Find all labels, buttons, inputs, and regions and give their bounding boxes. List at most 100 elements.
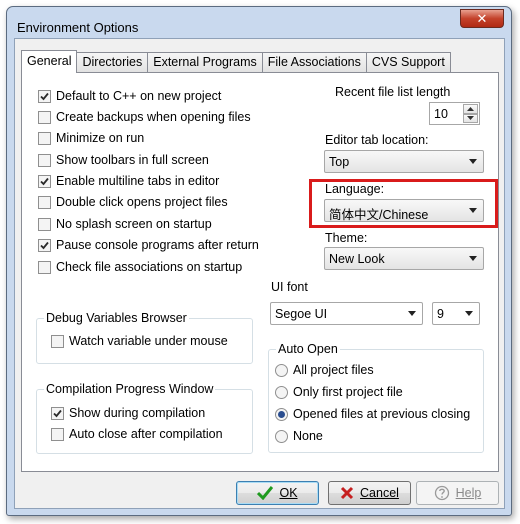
checkbox[interactable] xyxy=(51,334,64,348)
help-label: Help xyxy=(455,486,482,500)
spin-up-button[interactable] xyxy=(463,104,478,114)
option-label: Check file associations on startup xyxy=(56,260,243,274)
tab-strip: General Directories External Programs Fi… xyxy=(21,50,451,73)
group-legend: Compilation Progress Window xyxy=(44,382,216,396)
down-arrow-icon xyxy=(467,116,474,121)
radio-opened-files-previous[interactable]: Opened files at previous closing xyxy=(275,406,470,422)
recent-files-value: 10 xyxy=(434,107,448,121)
ui-font-size-value: 9 xyxy=(437,307,444,321)
checkmark-icon xyxy=(40,177,49,185)
title-bar[interactable]: Environment Options ✕ xyxy=(7,7,511,37)
checkmark-icon xyxy=(53,409,62,417)
debug-variables-group: Debug Variables Browser Watch variable u… xyxy=(36,311,253,364)
option-label: No splash screen on startup xyxy=(56,217,212,231)
close-button[interactable]: ✕ xyxy=(460,9,504,28)
radio-only-first-file[interactable]: Only first project file xyxy=(275,384,403,400)
checkbox[interactable] xyxy=(38,131,51,145)
checkbox[interactable] xyxy=(38,153,51,167)
ok-label: OK xyxy=(279,486,298,500)
radio-button[interactable] xyxy=(275,385,288,399)
general-panel: Default to C++ on new project Create bac… xyxy=(21,72,499,472)
option-label: Only first project file xyxy=(293,385,403,399)
option-label: Minimize on run xyxy=(56,131,145,145)
checkbox[interactable] xyxy=(38,110,51,124)
option-label: None xyxy=(293,429,323,443)
option-pause-console[interactable]: Pause console programs after return xyxy=(38,237,259,253)
option-auto-close[interactable]: Auto close after compilation xyxy=(51,426,223,442)
tab-file-associations[interactable]: File Associations xyxy=(261,52,367,73)
chevron-down-icon xyxy=(469,256,477,261)
checkbox[interactable] xyxy=(51,427,64,441)
tab-location-label: Editor tab location: xyxy=(325,133,429,147)
cancel-label: Cancel xyxy=(360,486,399,500)
checkbox[interactable] xyxy=(38,260,51,274)
option-watch-variable[interactable]: Watch variable under mouse xyxy=(51,333,228,349)
checkbox[interactable] xyxy=(38,174,51,188)
tab-general[interactable]: General xyxy=(21,50,78,73)
option-double-click-opens[interactable]: Double click opens project files xyxy=(38,194,228,210)
ui-font-select[interactable]: Segoe UI xyxy=(270,302,423,325)
checkbox[interactable] xyxy=(38,217,51,231)
chevron-down-icon xyxy=(469,208,477,213)
option-label: Opened files at previous closing xyxy=(293,407,471,421)
environment-options-window: Environment Options ✕ General Directorie… xyxy=(6,6,512,516)
spin-down-button[interactable] xyxy=(463,113,478,123)
option-label: Create backups when opening files xyxy=(56,110,251,124)
radio-button[interactable] xyxy=(275,363,288,377)
option-minimize-on-run[interactable]: Minimize on run xyxy=(38,130,144,146)
tab-directories[interactable]: Directories xyxy=(76,52,149,73)
option-show-during-compilation[interactable]: Show during compilation xyxy=(51,405,205,421)
radio-button[interactable] xyxy=(275,429,288,443)
checkbox[interactable] xyxy=(51,406,64,420)
option-label: Pause console programs after return xyxy=(56,238,259,252)
window-title: Environment Options xyxy=(17,20,139,35)
tab-location-select[interactable]: Top xyxy=(324,150,484,173)
recent-files-spinner[interactable]: 10 xyxy=(429,102,480,125)
radio-none[interactable]: None xyxy=(275,428,323,444)
checkbox[interactable] xyxy=(38,195,51,209)
ui-font-size-select[interactable]: 9 xyxy=(432,302,480,325)
language-select[interactable]: 简体中文/Chinese xyxy=(324,199,484,222)
checkbox[interactable] xyxy=(38,238,51,252)
auto-open-group: Auto Open All project files Only first p… xyxy=(268,342,484,453)
checkmark-icon xyxy=(257,486,274,500)
option-label: Double click opens project files xyxy=(56,195,228,209)
option-no-splash[interactable]: No splash screen on startup xyxy=(38,216,212,232)
help-button[interactable]: Help xyxy=(416,481,499,505)
up-arrow-icon xyxy=(467,106,474,111)
radio-button[interactable] xyxy=(275,407,288,421)
radio-selected-dot xyxy=(278,410,285,418)
option-label: Default to C++ on new project xyxy=(56,89,222,103)
chevron-down-icon xyxy=(408,311,416,316)
option-multiline-tabs[interactable]: Enable multiline tabs in editor xyxy=(38,173,219,189)
theme-label: Theme: xyxy=(325,231,368,245)
option-default-cpp[interactable]: Default to C++ on new project xyxy=(38,88,221,104)
option-label: Show during compilation xyxy=(69,406,206,420)
option-create-backups[interactable]: Create backups when opening files xyxy=(38,109,251,125)
option-label: Auto close after compilation xyxy=(69,427,223,441)
option-label: All project files xyxy=(293,363,374,377)
tab-location-value: Top xyxy=(329,155,350,169)
recent-files-label: Recent file list length xyxy=(335,85,451,99)
compilation-progress-group: Compilation Progress Window Show during … xyxy=(36,382,253,454)
group-legend: Debug Variables Browser xyxy=(44,311,189,325)
checkmark-icon xyxy=(40,92,49,100)
close-icon: ✕ xyxy=(476,10,488,26)
help-icon xyxy=(434,485,450,501)
chevron-down-icon xyxy=(465,311,473,316)
language-value: 简体中文/Chinese xyxy=(329,208,429,222)
checkbox[interactable] xyxy=(38,89,51,103)
ui-font-value: Segoe UI xyxy=(275,307,328,321)
language-label: Language: xyxy=(325,182,385,196)
option-label: Enable multiline tabs in editor xyxy=(56,174,220,188)
option-check-file-assoc[interactable]: Check file associations on startup xyxy=(38,259,242,275)
tab-cvs-support[interactable]: CVS Support xyxy=(365,52,451,73)
cancel-button[interactable]: Cancel xyxy=(328,481,411,505)
tab-external-programs[interactable]: External Programs xyxy=(147,52,263,73)
chevron-down-icon xyxy=(469,159,477,164)
option-toolbars-fullscreen[interactable]: Show toolbars in full screen xyxy=(38,152,209,168)
theme-select[interactable]: New Look xyxy=(324,247,484,270)
ok-button[interactable]: OK xyxy=(236,481,319,505)
group-legend: Auto Open xyxy=(276,342,340,356)
radio-all-project-files[interactable]: All project files xyxy=(275,362,374,378)
